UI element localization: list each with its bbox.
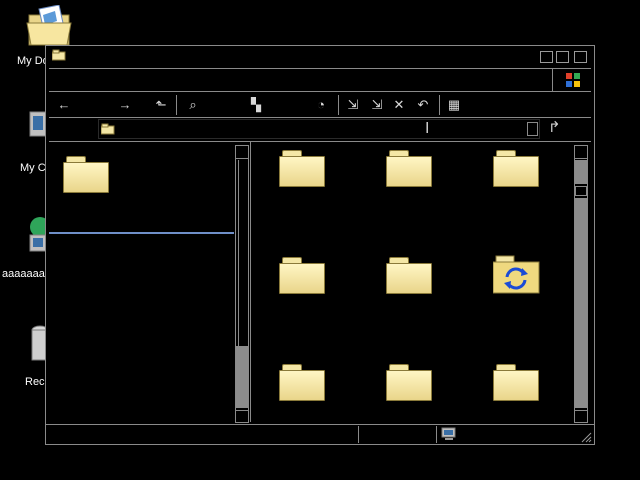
text-cursor-icon: I	[425, 120, 430, 137]
tree-folder-icon[interactable]	[63, 156, 109, 193]
status-computer-icon	[441, 427, 457, 441]
copy-to-button[interactable]: ⇲	[367, 96, 387, 114]
resize-grip[interactable]	[580, 431, 592, 443]
folder-icon[interactable]	[279, 257, 325, 294]
menu-bar[interactable]	[49, 69, 591, 91]
address-dropdown-button[interactable]	[527, 122, 538, 136]
sync-folder-icon[interactable]	[492, 255, 541, 295]
search-button[interactable]: ⌕	[183, 96, 203, 114]
status-middle	[360, 426, 437, 443]
file-scroll-thumb[interactable]	[575, 160, 587, 184]
status-left	[49, 426, 359, 443]
folder-tree-pane[interactable]	[49, 143, 249, 421]
folders-button[interactable]: ▚	[246, 96, 266, 114]
tree-scroll-up-button[interactable]	[236, 146, 248, 159]
go-arrow-icon[interactable]: ↱	[548, 119, 566, 137]
window-title	[70, 50, 370, 64]
undo-button[interactable]: ↶	[413, 96, 433, 114]
desktop-label-my-documents: My Do	[17, 55, 49, 67]
tree-scroll-down-button[interactable]	[236, 410, 248, 423]
open-folder-icon	[26, 4, 72, 46]
folder-icon[interactable]	[279, 150, 325, 187]
history-button[interactable]: ◔	[311, 96, 331, 114]
windows-logo-icon	[564, 71, 582, 89]
tree-scrollbar[interactable]	[235, 145, 249, 423]
back-button[interactable]: ←	[54, 96, 74, 114]
close-button[interactable]	[574, 51, 587, 63]
file-scroll-down-button[interactable]	[575, 410, 587, 423]
file-list-pane[interactable]	[251, 143, 573, 421]
folder-icon[interactable]	[493, 364, 539, 401]
folder-icon[interactable]	[386, 364, 432, 401]
address-input[interactable]	[119, 123, 419, 137]
folder-icon[interactable]	[386, 257, 432, 294]
delete-button[interactable]: ✕	[389, 96, 409, 114]
minimize-button[interactable]	[540, 51, 553, 63]
explorer-window: ← → ⬑ ⌕ ▚ ◔ ⇲ ⇲ ✕ ↶ ▦ I ↱	[45, 45, 595, 445]
forward-button[interactable]: →	[115, 96, 135, 114]
selection-line	[49, 232, 234, 234]
views-button[interactable]: ▦	[444, 96, 464, 114]
desktop-label-recycle-bin: Rec	[25, 376, 45, 388]
folder-icon[interactable]	[493, 150, 539, 187]
file-scroll-up-button[interactable]	[575, 146, 587, 159]
file-scrollbar[interactable]	[574, 145, 588, 423]
folder-icon[interactable]	[386, 150, 432, 187]
maximize-button[interactable]	[556, 51, 569, 63]
desktop-label-my-computer: My C	[20, 162, 46, 174]
desktop-label-network: aaaaaaa	[2, 268, 45, 280]
file-scroll-track-fill	[575, 198, 587, 408]
tree-scroll-thumb[interactable]	[236, 346, 248, 408]
address-folder-icon	[100, 123, 115, 135]
up-folder-button[interactable]: ⬑	[151, 96, 171, 114]
address-bar[interactable]: I	[98, 119, 540, 139]
move-to-button[interactable]: ⇲	[343, 96, 363, 114]
folder-icon[interactable]	[279, 364, 325, 401]
title-folder-icon	[51, 49, 66, 61]
